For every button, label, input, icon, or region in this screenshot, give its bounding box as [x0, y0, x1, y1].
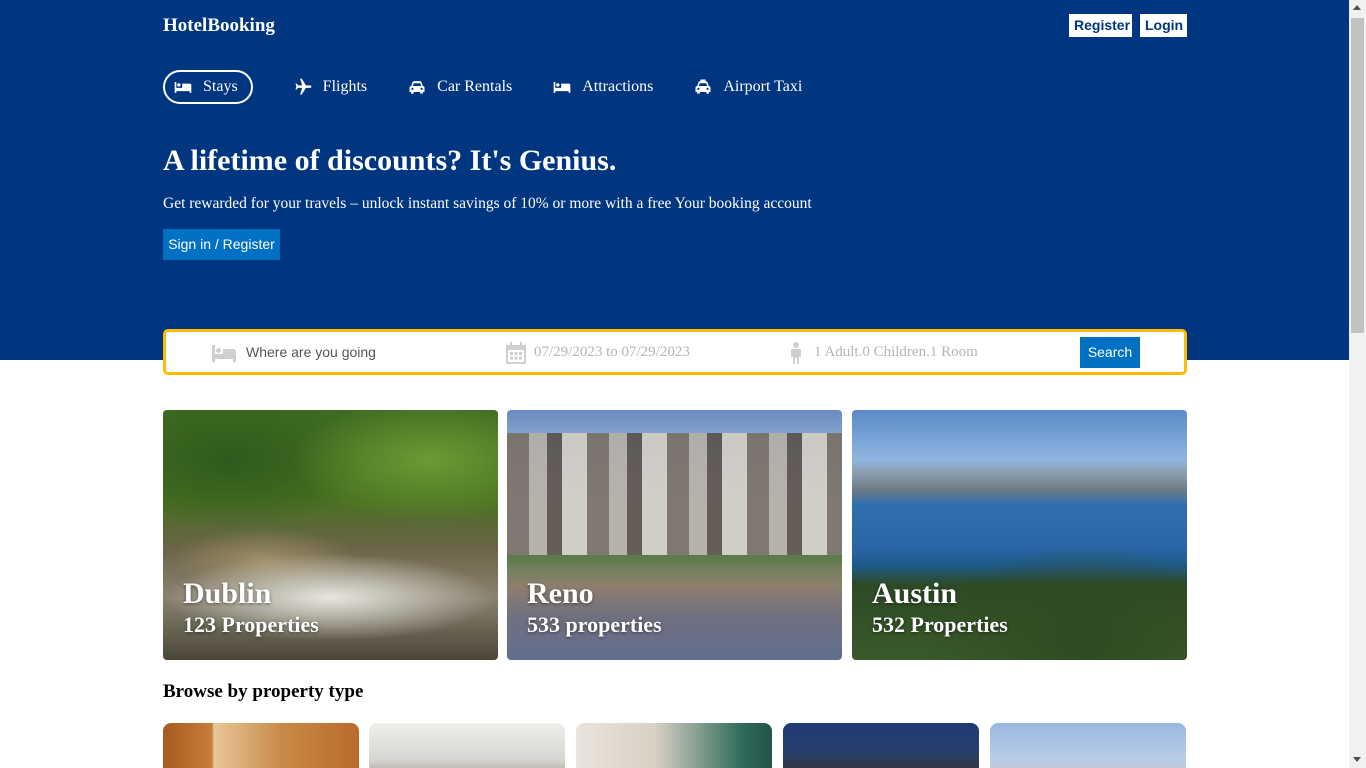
hero-title: A lifetime of discounts? It's Genius.	[163, 144, 617, 177]
property-count: 123 Properties	[183, 612, 319, 637]
property-type-card[interactable]	[990, 723, 1186, 768]
property-type-card[interactable]	[163, 723, 359, 768]
city-name: Austin	[872, 577, 958, 610]
search-bar: 07/29/2023 to 07/29/2023 1 Adult.0 Child…	[163, 329, 1187, 375]
featured-card-dublin[interactable]: Dublin 123 Properties	[163, 410, 498, 660]
header: HotelBooking Register Login Stays Flight…	[0, 0, 1349, 360]
date-range-picker[interactable]: 07/29/2023 to 07/29/2023	[534, 344, 690, 361]
scrollbar[interactable]	[1349, 0, 1366, 768]
section-title: Browse by property type	[163, 681, 364, 702]
scroll-up-arrow-icon[interactable]	[1353, 5, 1361, 10]
guests-selector[interactable]: 1 Adult.0 Children.1 Room	[814, 344, 978, 361]
property-count: 532 Properties	[872, 612, 1008, 637]
featured-card-reno[interactable]: Reno 533 properties	[507, 410, 842, 660]
bed-icon	[174, 82, 192, 93]
logo[interactable]: HotelBooking	[163, 15, 275, 37]
nav-bar: Stays Flights Car Rentals Attractions Ai…	[163, 70, 842, 104]
city-name: Dublin	[183, 577, 272, 610]
nav-item-flights[interactable]: Flights	[293, 70, 367, 104]
nav-item-stays[interactable]: Stays	[163, 70, 253, 104]
car-icon	[409, 81, 425, 94]
login-button[interactable]: Login	[1140, 14, 1187, 37]
taxi-icon	[695, 79, 711, 94]
sign-in-register-button[interactable]: Sign in / Register	[163, 229, 280, 260]
bed-icon	[212, 345, 236, 362]
nav-item-label: Stays	[203, 78, 238, 95]
register-button[interactable]: Register	[1069, 14, 1132, 37]
destination-input[interactable]	[246, 344, 466, 360]
calendar-icon	[506, 342, 526, 364]
city-name: Reno	[527, 577, 594, 610]
property-type-card[interactable]	[576, 723, 772, 768]
nav-item-label: Attractions	[582, 78, 654, 95]
nav-item-label: Car Rentals	[437, 78, 513, 95]
nav-item-attractions[interactable]: Attractions	[552, 70, 653, 104]
scroll-thumb[interactable]	[1351, 18, 1364, 333]
nav-item-airport-taxi[interactable]: Airport Taxi	[693, 70, 802, 104]
person-icon	[791, 342, 801, 364]
scroll-down-arrow-icon[interactable]	[1353, 757, 1361, 762]
plane-icon	[295, 78, 311, 95]
featured-card-austin[interactable]: Austin 532 Properties	[852, 410, 1187, 660]
property-type-card[interactable]	[369, 723, 565, 768]
nav-item-car-rentals[interactable]: Car Rentals	[407, 70, 512, 104]
nav-item-label: Airport Taxi	[723, 78, 803, 95]
hero-subtitle: Get rewarded for your travels – unlock i…	[163, 195, 812, 212]
bed-icon	[553, 82, 571, 93]
nav-item-label: Flights	[322, 78, 368, 95]
property-type-card[interactable]	[783, 723, 979, 768]
search-button[interactable]: Search	[1080, 337, 1140, 368]
property-count: 533 properties	[527, 612, 662, 637]
